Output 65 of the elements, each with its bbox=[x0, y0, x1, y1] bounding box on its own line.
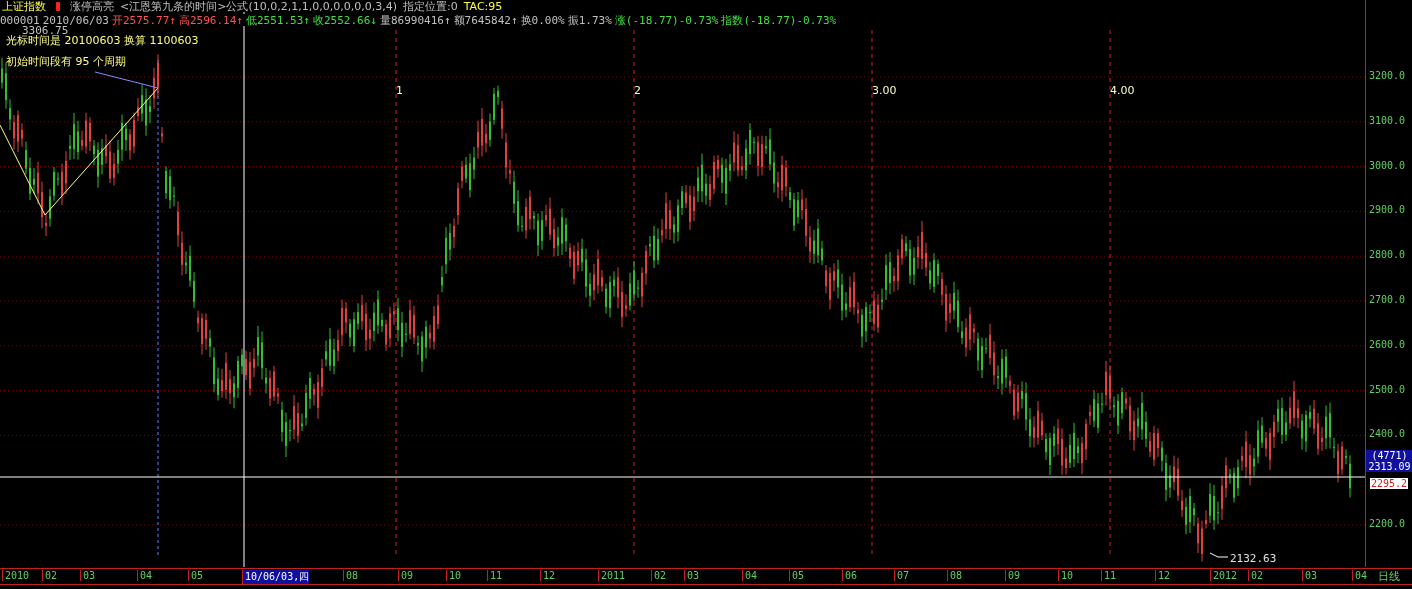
price-tick: 2700.0 bbox=[1369, 294, 1406, 305]
mode-label: 涨停高亮 bbox=[70, 0, 114, 14]
date-tick: 03 bbox=[1302, 570, 1318, 581]
quote-value: 振1.73% bbox=[567, 12, 612, 28]
price-tick: 3100.0 bbox=[1369, 114, 1406, 126]
date-tick: 02 bbox=[1248, 570, 1264, 581]
cycle-label: 4.00 bbox=[1110, 84, 1135, 97]
date-tick: 04 bbox=[137, 570, 153, 581]
quote-value: 额7645842↑ bbox=[453, 12, 518, 28]
marker-icon bbox=[56, 1, 60, 11]
date-tick: 04 bbox=[742, 570, 758, 581]
quote-value: 开2575.77↑ bbox=[112, 12, 176, 28]
date-tick: 12 bbox=[1155, 570, 1171, 581]
date-tick: 03 bbox=[80, 570, 96, 581]
price-tick: 2500.0 bbox=[1369, 383, 1406, 395]
quote-value: 涨(-18.77)-0.73% bbox=[614, 12, 719, 28]
quote-value: 000001 bbox=[0, 13, 40, 27]
position-label: 指定位置:0 bbox=[402, 0, 458, 14]
date-tick: 02 bbox=[42, 570, 58, 581]
quote-value: 指数(-18.77)-0.73% bbox=[721, 12, 837, 28]
price-tick: 2800.0 bbox=[1369, 249, 1406, 261]
quote-value: 低2551.53↑ bbox=[245, 12, 310, 28]
date-tick: 2011 bbox=[598, 570, 626, 581]
tac-label: TAC:95 bbox=[463, 0, 503, 13]
date-tick: 11 bbox=[1101, 570, 1117, 581]
date-tick: 09 bbox=[1005, 570, 1021, 581]
date-tick: 05 bbox=[188, 570, 204, 581]
date-tick: 04 bbox=[1352, 570, 1368, 581]
quote-value: 2010/06/03 bbox=[42, 13, 109, 27]
quote-value: 高2596.14↑ bbox=[178, 12, 243, 28]
date-tick: 08 bbox=[343, 570, 359, 581]
date-tick: 10/06/03,四 bbox=[242, 570, 310, 584]
date-tick: 11 bbox=[487, 570, 503, 581]
last-price-tag: 2295.2 bbox=[1370, 478, 1409, 489]
date-tick: 10 bbox=[1058, 570, 1074, 581]
period-count-text: 初始时间段有 95 个周期 bbox=[6, 54, 126, 69]
date-tick: 06 bbox=[842, 570, 858, 581]
low-price-label: 2132.63 bbox=[1230, 552, 1277, 565]
date-tick: 07 bbox=[894, 570, 910, 581]
price-tick: 2900.0 bbox=[1369, 204, 1406, 216]
date-tick: 2012 bbox=[1210, 570, 1238, 581]
date-tick: 08 bbox=[947, 570, 963, 581]
cycle-label: 3.00 bbox=[872, 84, 897, 97]
date-tick: 2010 bbox=[2, 570, 30, 581]
price-tick: 2200.0 bbox=[1369, 518, 1406, 529]
price-tick: 3200.0 bbox=[1369, 70, 1406, 81]
bar-count: (4771) bbox=[1371, 450, 1408, 461]
index-title[interactable]: 上证指数 bbox=[0, 0, 46, 14]
date-tick: 02 bbox=[651, 570, 667, 581]
price-tick: 3000.0 bbox=[1369, 159, 1406, 171]
price-tick: 2400.0 bbox=[1369, 428, 1406, 440]
formula-label: <江恩第九条的时间>公式(10,0,2,1,1,0,0,0,0,0,0,3,4) bbox=[120, 0, 397, 14]
cycle-label: 2 bbox=[634, 84, 641, 97]
date-tick: 10 bbox=[446, 570, 462, 581]
quote-value: 换0.00% bbox=[520, 12, 565, 28]
price-tick: 2600.0 bbox=[1369, 338, 1406, 350]
cursor-price: 2313.09 bbox=[1368, 461, 1411, 472]
cycle-label: 1 bbox=[396, 84, 403, 97]
date-tick: 05 bbox=[789, 570, 805, 581]
date-tick: 12 bbox=[540, 570, 556, 581]
date-tick: 03 bbox=[684, 570, 700, 581]
date-tick: 09 bbox=[398, 570, 414, 581]
quote-value: 量86990416↑ bbox=[379, 12, 451, 28]
period-tab[interactable]: 日线 bbox=[1378, 569, 1400, 584]
quote-value: 收2552.66↓ bbox=[312, 12, 377, 28]
